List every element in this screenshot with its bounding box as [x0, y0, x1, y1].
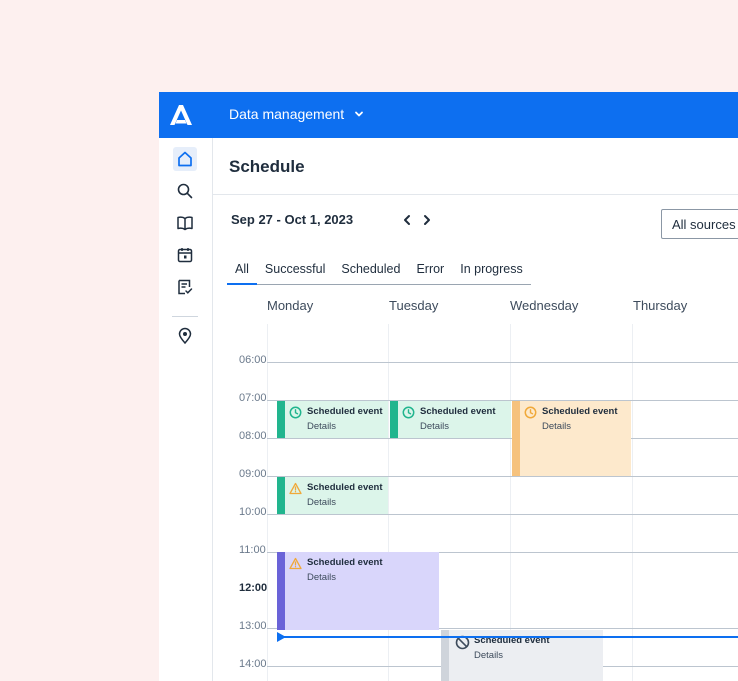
- calendar-icon: [177, 248, 193, 263]
- calendar-event[interactable]: Scheduled event Details: [390, 401, 511, 438]
- tab-scheduled[interactable]: Scheduled: [333, 259, 408, 284]
- hour-line: [267, 514, 738, 515]
- event-title: Scheduled event: [307, 406, 383, 417]
- tab-all[interactable]: All: [227, 259, 257, 285]
- location-pin-icon: [178, 327, 192, 345]
- clock-icon: [402, 406, 415, 419]
- calendar-event[interactable]: Scheduled event Details: [277, 552, 439, 630]
- calendar-event[interactable]: Scheduled event Details: [512, 401, 631, 476]
- event-details-link[interactable]: Details: [307, 572, 336, 583]
- time-label: 07:00: [239, 392, 267, 404]
- schedule-panel: Schedule Sep 27 - Oct 1, 2023 All source…: [213, 138, 738, 681]
- clock-icon: [524, 406, 537, 419]
- warning-icon: [289, 557, 302, 570]
- event-details-link[interactable]: Details: [307, 497, 336, 508]
- sidebar: [159, 138, 213, 681]
- top-bar: Data management: [159, 92, 738, 138]
- brand-logo-icon[interactable]: [169, 104, 193, 126]
- search-icon: [177, 183, 193, 199]
- sidebar-item-search[interactable]: [173, 179, 197, 203]
- tab-error[interactable]: Error: [408, 259, 452, 284]
- event-details-link[interactable]: Details: [307, 421, 336, 432]
- day-header-wednesday: Wednesday: [510, 298, 579, 313]
- workspace-dropdown[interactable]: Data management: [229, 106, 364, 122]
- event-title: Scheduled event: [542, 406, 618, 417]
- divider: [213, 194, 738, 195]
- event-title: Scheduled event: [307, 482, 383, 493]
- hour-line: [267, 362, 738, 363]
- status-tabs: All Successful Scheduled Error In progre…: [227, 259, 531, 285]
- time-label: 11:00: [239, 544, 266, 556]
- chevron-down-icon: [355, 111, 364, 117]
- current-time-indicator: [277, 636, 738, 638]
- source-filter-select[interactable]: All sources: [661, 209, 738, 239]
- page-title: Schedule: [229, 157, 305, 176]
- time-label: 10:00: [239, 506, 267, 518]
- tab-successful[interactable]: Successful: [257, 259, 333, 284]
- calendar-event[interactable]: Scheduled event Details: [277, 401, 388, 438]
- current-time-label: 12:00: [239, 582, 268, 594]
- calendar-event[interactable]: Scheduled event Details: [277, 477, 388, 514]
- event-details-link[interactable]: Details: [542, 421, 571, 432]
- workspace-label: Data management: [229, 106, 345, 122]
- day-header-monday: Monday: [267, 298, 314, 313]
- event-details-link[interactable]: Details: [420, 421, 449, 432]
- day-header-tuesday: Tuesday: [389, 298, 439, 313]
- time-label: 09:00: [239, 468, 267, 480]
- tab-in-progress[interactable]: In progress: [452, 259, 531, 284]
- event-title: Scheduled event: [420, 406, 496, 417]
- previous-week-icon[interactable]: [400, 213, 414, 227]
- date-range: Sep 27 - Oct 1, 2023: [231, 212, 354, 227]
- warning-icon: [289, 482, 302, 495]
- time-label: 14:00: [239, 658, 267, 670]
- next-week-icon[interactable]: [420, 213, 434, 227]
- clock-icon: [289, 406, 302, 419]
- home-icon: [178, 151, 192, 167]
- app-window: Data management Schedule Sep 27 - Oct 1,…: [159, 92, 738, 681]
- checklist-icon: [178, 279, 193, 295]
- book-icon: [177, 216, 193, 231]
- sidebar-item-calendar[interactable]: [173, 243, 197, 267]
- time-label: 08:00: [239, 430, 267, 442]
- current-time-marker-icon: [277, 632, 286, 642]
- time-label: 13:00: [239, 620, 267, 632]
- hour-line: [267, 438, 738, 439]
- event-title: Scheduled event: [307, 557, 383, 568]
- sidebar-item-home[interactable]: [173, 147, 197, 171]
- sidebar-item-reports[interactable]: [173, 275, 197, 299]
- sidebar-item-locations[interactable]: [173, 324, 197, 348]
- sidebar-divider: [172, 316, 198, 317]
- time-label: 06:00: [239, 354, 267, 366]
- event-details-link[interactable]: Details: [474, 650, 503, 661]
- day-header-thursday: Thursday: [633, 298, 688, 313]
- sidebar-item-library[interactable]: [173, 211, 197, 235]
